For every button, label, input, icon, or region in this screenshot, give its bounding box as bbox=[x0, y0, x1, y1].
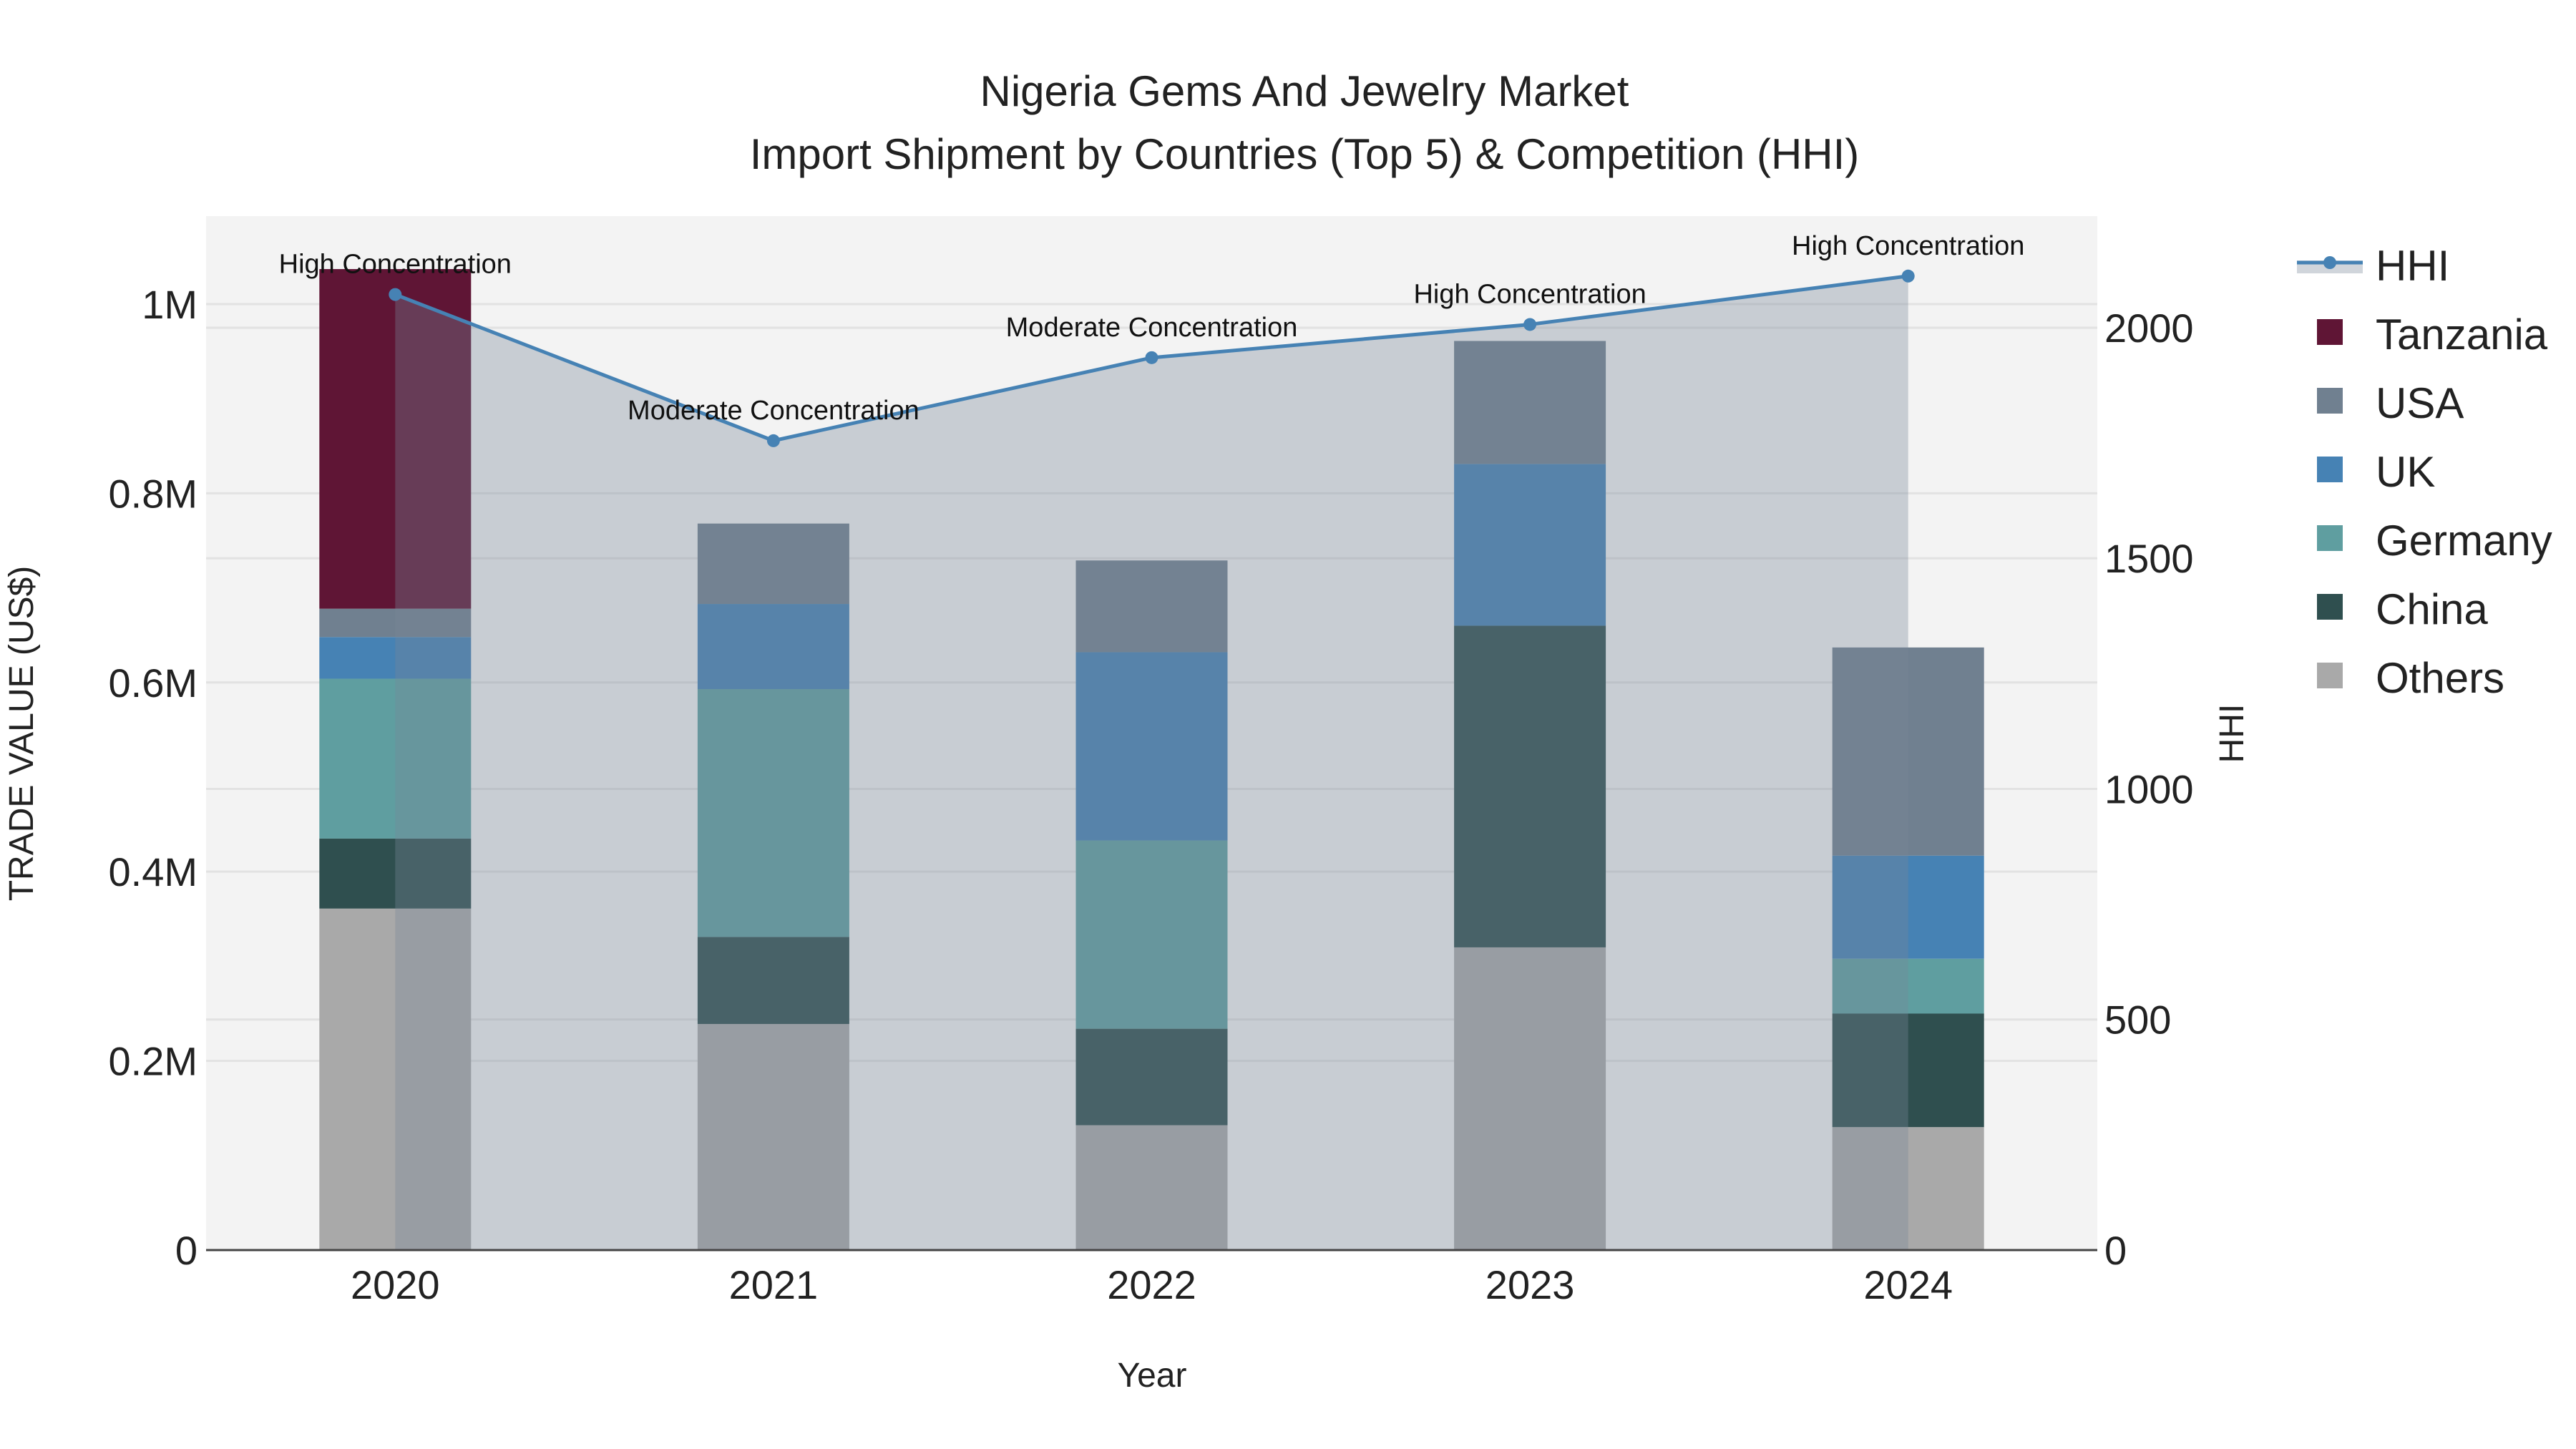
y-tick-label: 1M bbox=[142, 282, 197, 327]
y-tick-label: 0.2M bbox=[109, 1039, 198, 1084]
hhi-area bbox=[395, 275, 1908, 1250]
y-tick-label: 0.6M bbox=[109, 660, 198, 706]
y-tick-label: 0.8M bbox=[109, 471, 198, 516]
y-axis-title: TRADE VALUE (US$) bbox=[3, 566, 41, 902]
legend-label-usa: USA bbox=[2376, 379, 2464, 427]
hhi-layer: High Concentration Moderate Concentration… bbox=[279, 231, 2024, 1250]
y2-axis-title: HHI bbox=[2213, 704, 2251, 763]
x-tick-label: 2021 bbox=[729, 1262, 819, 1307]
legend-swatch-usa bbox=[2317, 388, 2343, 414]
x-axis-title: Year bbox=[1118, 1357, 1187, 1395]
chart-subtitle: Import Shipment by Countries (Top 5) & C… bbox=[750, 130, 1860, 178]
legend-swatch-uk bbox=[2317, 457, 2343, 482]
legend-label-others: Others bbox=[2376, 654, 2504, 702]
hhi-annotation: Moderate Concentration bbox=[1006, 313, 1298, 343]
y2-tick-label: 0 bbox=[2104, 1228, 2127, 1273]
legend-swatch-germany bbox=[2317, 525, 2343, 551]
hhi-annotation: Moderate Concentration bbox=[628, 396, 919, 426]
legend-label-tanzania: Tanzania bbox=[2376, 311, 2548, 358]
y2-tick-label: 500 bbox=[2104, 997, 2171, 1043]
x-tick-label: 2024 bbox=[1863, 1262, 1953, 1307]
legend-swatch-tanzania bbox=[2317, 319, 2343, 345]
x-tick-label: 2022 bbox=[1107, 1262, 1196, 1307]
hhi-point-2020 bbox=[389, 288, 402, 301]
y2-tick-label: 1500 bbox=[2104, 536, 2194, 581]
legend-swatch-china bbox=[2317, 594, 2343, 620]
legend-label-uk: UK bbox=[2376, 448, 2435, 496]
legend: HHI Tanzania USA UK Germany China Others bbox=[2297, 242, 2552, 702]
hhi-annotation: High Concentration bbox=[1792, 231, 2024, 261]
hhi-point-2021 bbox=[766, 434, 780, 447]
y2-tick-label: 1000 bbox=[2104, 766, 2194, 811]
legend-label-hhi: HHI bbox=[2376, 242, 2449, 290]
y-tick-label: 0.4M bbox=[109, 849, 198, 894]
legend-label-germany: Germany bbox=[2376, 517, 2552, 565]
hhi-annotation: High Concentration bbox=[279, 250, 512, 280]
legend-label-china: China bbox=[2376, 585, 2488, 633]
y-tick-label: 0 bbox=[175, 1228, 197, 1273]
x-tick-label: 2020 bbox=[351, 1262, 440, 1307]
hhi-point-2024 bbox=[1901, 269, 1915, 283]
legend-hhi-marker bbox=[2323, 256, 2336, 269]
hhi-point-2023 bbox=[1523, 318, 1537, 331]
legend-swatch-others bbox=[2317, 663, 2343, 688]
chart-title: Nigeria Gems And Jewelry Market bbox=[980, 67, 1629, 115]
x-tick-label: 2023 bbox=[1485, 1262, 1575, 1307]
y2-tick-label: 2000 bbox=[2104, 306, 2194, 351]
hhi-point-2022 bbox=[1145, 351, 1158, 364]
chart: Nigeria Gems And Jewelry Market Import S… bbox=[3, 67, 2552, 1395]
hhi-annotation: High Concentration bbox=[1413, 279, 1646, 309]
